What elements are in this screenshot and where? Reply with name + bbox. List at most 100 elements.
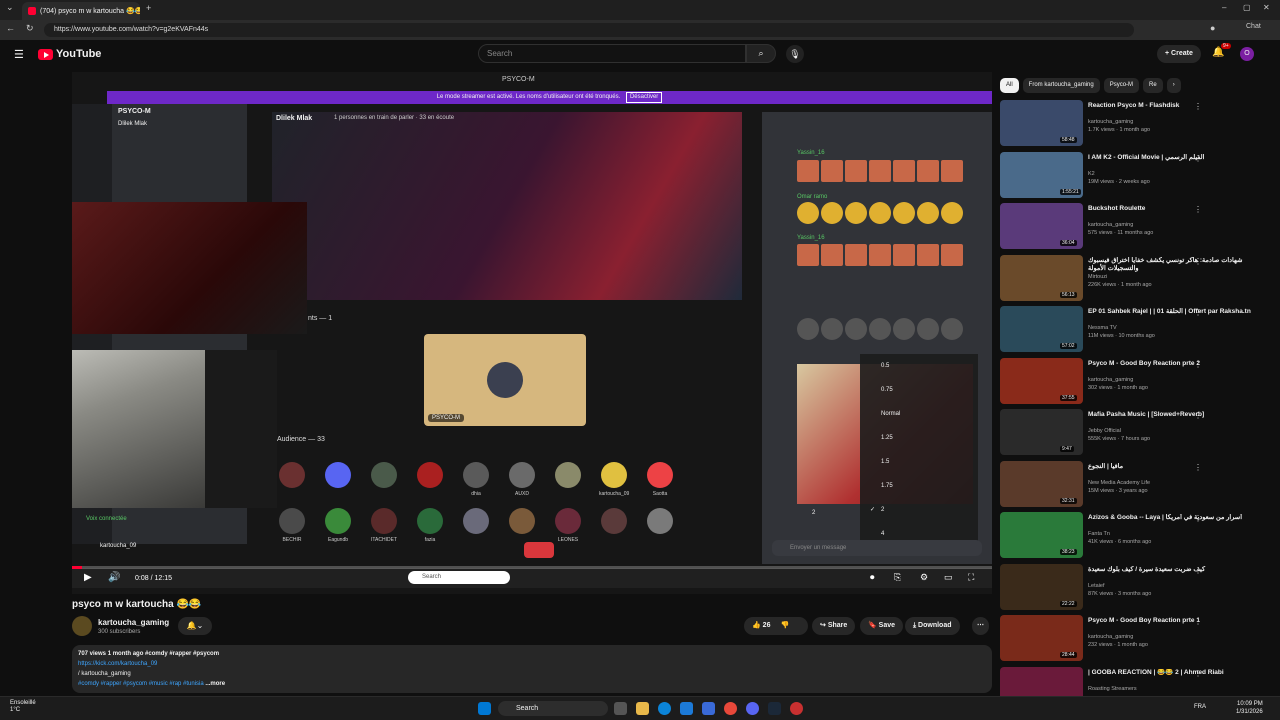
audience-member[interactable]: LEONES xyxy=(553,508,583,543)
settings-icon[interactable]: ⚙ xyxy=(920,572,928,583)
audience-member[interactable]: fazia xyxy=(415,508,445,543)
video-player[interactable]: PSYCO-M Le mode streamer est activé. Les… xyxy=(72,72,992,594)
audience-member[interactable] xyxy=(645,508,675,543)
audience-member[interactable] xyxy=(599,508,629,543)
play-icon[interactable]: ▶ xyxy=(84,572,92,583)
speed-option[interactable]: 1.5 xyxy=(860,450,978,474)
search-button[interactable]: ⌕ xyxy=(746,44,776,63)
system-clock[interactable]: 10:09 PM 1/31/2026 xyxy=(1236,700,1263,716)
chip-from-channel[interactable]: From kartoucha_gaming xyxy=(1022,78,1100,93)
rec-title[interactable]: | GOOBA REACTION | 😂😂 2 | Ahmed Riabi xyxy=(1088,669,1268,677)
voice-channel-name[interactable]: Dlilek Mlak xyxy=(112,119,247,129)
description-link[interactable]: https://kick.com/kartoucha_09 xyxy=(78,659,986,669)
audience-member[interactable] xyxy=(461,508,491,543)
rec-title[interactable]: Mafia Pasha Music | [Slowed+Reverb] xyxy=(1088,411,1268,419)
recommendation-item[interactable]: 9:47 Mafia Pasha Music | [Slowed+Reverb] J… xyxy=(1000,409,1280,457)
chip-related[interactable]: Re xyxy=(1143,78,1163,93)
audience-member[interactable] xyxy=(415,462,445,497)
close-window-icon[interactable]: ✕ xyxy=(1263,3,1270,12)
rec-channel[interactable]: Nessma TV xyxy=(1088,325,1117,331)
obs-icon[interactable] xyxy=(790,702,803,715)
maximize-icon[interactable]: ▢ xyxy=(1243,3,1251,12)
audience-member[interactable] xyxy=(277,462,307,497)
deactivate-streamer-button[interactable]: Désactiver xyxy=(625,92,663,103)
recommendation-item[interactable]: 56:13 شهادات صادمة: هاكر تونسي يكشف خفايا… xyxy=(1000,254,1280,303)
audience-member[interactable]: BECHIR xyxy=(277,508,307,543)
save-button[interactable]: 🔖 Save xyxy=(860,617,904,635)
copilot-chat-button[interactable]: Chat xyxy=(1246,23,1261,30)
speed-option[interactable]: 1.25 xyxy=(860,426,978,450)
audience-member[interactable] xyxy=(553,462,583,497)
youtube-logo[interactable]: YouTube xyxy=(38,48,101,60)
rec-title[interactable]: Reaction Psyco M - Flashdisk xyxy=(1088,102,1268,110)
search-input[interactable]: Search xyxy=(478,44,746,63)
chip-all[interactable]: All xyxy=(1000,78,1019,93)
more-options-icon[interactable]: ⋮ xyxy=(1194,257,1202,266)
more-options-icon[interactable]: ⋮ xyxy=(1194,617,1202,626)
autoplay-toggle[interactable]: ⏺ xyxy=(870,572,875,583)
rec-channel[interactable]: Fanta Tn xyxy=(1088,531,1110,537)
rec-title[interactable]: شهادات صادمة: هاكر تونسي يكشف خفايا اختر… xyxy=(1088,257,1268,273)
chat-message-input[interactable]: Envoyer un message xyxy=(772,540,982,556)
recommendation-item[interactable]: 22:22 كيف ضربت سعيدة سيرة / كيف بلوك سعيد… xyxy=(1000,563,1280,612)
channel-name[interactable]: kartoucha_gaming xyxy=(98,618,169,627)
miniplayer-icon[interactable]: ▭ xyxy=(944,572,953,583)
audience-member[interactable]: Saotta xyxy=(645,462,675,497)
more-options-icon[interactable]: ⋮ xyxy=(1194,566,1202,575)
chips-next-icon[interactable]: › xyxy=(1166,78,1181,93)
audience-member[interactable]: Eagundb xyxy=(323,508,353,543)
rec-channel[interactable]: K2 xyxy=(1088,171,1095,177)
recommendation-item[interactable]: 1:55:21 I AM K2 - Official Movie | الفيلم… xyxy=(1000,151,1280,200)
weather-widget[interactable]: Ensoleillé 1°C xyxy=(10,700,36,714)
create-button[interactable]: + Create xyxy=(1157,45,1201,63)
back-icon[interactable]: ← xyxy=(6,23,15,33)
like-dislike-button[interactable]: 👍 26 👎 xyxy=(744,617,808,635)
audience-member[interactable] xyxy=(507,508,537,543)
account-avatar[interactable]: O xyxy=(1240,47,1254,61)
rec-channel[interactable]: kartoucha_gaming xyxy=(1088,119,1133,125)
audience-member[interactable]: dhia xyxy=(461,462,491,497)
speed-option[interactable]: 1.75 xyxy=(860,474,978,498)
task-view-icon[interactable] xyxy=(614,702,627,715)
video-description[interactable]: 707 views 1 month ago #comdy #rapper #ps… xyxy=(72,645,992,693)
recommendation-item[interactable]: 37:55 Psyco M - Good Boy Reaction prte 2 k… xyxy=(1000,357,1280,406)
taskbar-search[interactable]: Search xyxy=(498,701,608,716)
more-actions-button[interactable]: ⋯ xyxy=(972,617,989,635)
thumbs-down-icon[interactable]: 👎 xyxy=(780,622,789,629)
chrome-icon[interactable] xyxy=(724,702,737,715)
rec-title[interactable]: Psyco M - Good Boy Reaction prte 1 xyxy=(1088,617,1268,625)
rec-title[interactable]: Azizos & Gooba -- Laya | أسرار من سعودية… xyxy=(1088,514,1268,522)
disconnect-call-button[interactable] xyxy=(524,542,554,558)
description-tags[interactable]: #comdy #rapper #psycom #music #rap #tuni… xyxy=(78,681,204,687)
rec-title[interactable]: مافيا | النجوع xyxy=(1088,463,1268,471)
menu-icon[interactable]: ☰ xyxy=(14,48,24,61)
more-options-icon[interactable]: ⋮ xyxy=(1194,205,1202,214)
speed-option[interactable]: Normal xyxy=(860,402,978,426)
volume-icon[interactable]: 🔊 xyxy=(108,572,120,583)
rec-channel[interactable]: kartoucha_gaming xyxy=(1088,634,1133,640)
recommendation-item[interactable]: 32:31 مافيا | النجوع New Media Academy Lif… xyxy=(1000,460,1280,509)
start-icon[interactable] xyxy=(478,702,491,715)
rec-channel[interactable]: Mirtouzi xyxy=(1088,274,1107,280)
more-options-icon[interactable]: ⋮ xyxy=(1194,154,1202,163)
recommendation-item[interactable]: 58:48 Reaction Psyco M - Flashdisk kartouc… xyxy=(1000,100,1280,148)
steam-icon[interactable] xyxy=(768,702,781,715)
recommendation-item[interactable]: 57:02 EP 01 Sahbek Rajel | | الحلقة 01 | … xyxy=(1000,306,1280,354)
rec-channel[interactable]: Jebby Official xyxy=(1088,428,1121,434)
audience-member[interactable] xyxy=(369,462,399,497)
new-tab-icon[interactable]: + xyxy=(146,3,151,13)
subscribe-bell-button[interactable]: 🔔⌄ xyxy=(178,617,212,635)
recommendation-item[interactable]: 36:04 Buckshot Roulette kartoucha_gaming 57… xyxy=(1000,203,1280,251)
reaction-count[interactable]: 2 xyxy=(812,510,815,516)
rec-title[interactable]: Psyco M - Good Boy Reaction prte 2 xyxy=(1088,360,1268,368)
speed-option[interactable]: 0.75 xyxy=(860,378,978,402)
minimize-icon[interactable]: – xyxy=(1222,3,1226,12)
progress-bar[interactable] xyxy=(72,566,992,569)
rec-channel[interactable]: kartoucha_gaming xyxy=(1088,377,1133,383)
speed-option-selected[interactable]: 2 xyxy=(860,498,978,522)
download-button[interactable]: ⤓ Download xyxy=(905,617,960,635)
tab-list-icon[interactable]: ⌄ xyxy=(6,2,14,13)
channel-avatar[interactable] xyxy=(72,616,92,636)
audience-member[interactable] xyxy=(323,462,353,497)
store-icon[interactable] xyxy=(680,702,693,715)
